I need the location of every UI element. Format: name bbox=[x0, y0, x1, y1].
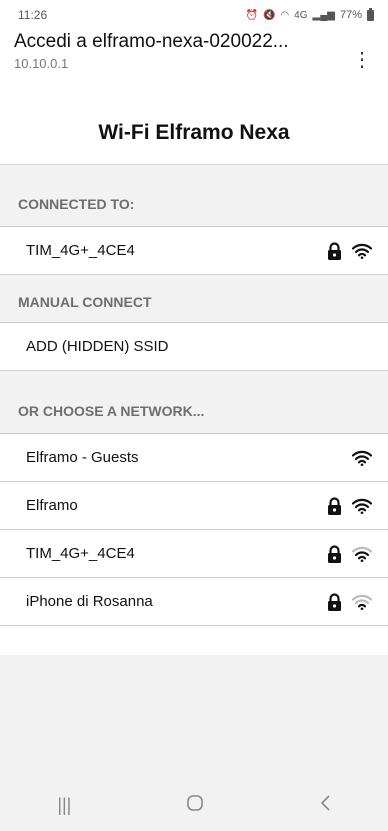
cell-signal-icon: ▂▄▆ bbox=[312, 9, 335, 21]
network-row[interactable]: Elframo - Guests bbox=[0, 434, 388, 482]
wifi-signal-icon bbox=[352, 594, 372, 610]
page-url: 10.10.0.1 bbox=[14, 56, 69, 71]
network-name: Elframo - Guests bbox=[26, 449, 139, 466]
status-bar: 11:26 ⏰ 🔇 ◠ 4G ▂▄▆ 77% bbox=[0, 0, 388, 30]
page-title: Wi-Fi Elframo Nexa bbox=[0, 102, 388, 165]
status-icons: ⏰ 🔇 ◠ 4G ▂▄▆ 77% bbox=[245, 7, 374, 21]
network-row[interactable]: Elframo bbox=[0, 482, 388, 530]
back-icon[interactable] bbox=[319, 794, 331, 817]
wifi-signal-icon bbox=[352, 243, 372, 259]
lock-icon bbox=[327, 544, 342, 563]
network-name: Elframo bbox=[26, 497, 78, 514]
network-type-icon: 4G bbox=[294, 9, 308, 21]
network-row[interactable]: TIM_4G+_4CE4 bbox=[0, 530, 388, 578]
add-hidden-ssid-label: ADD (HIDDEN) SSID bbox=[26, 338, 169, 355]
page-window-title: Accedi a elframo-nexa-020022... bbox=[14, 31, 289, 52]
android-nav-bar: ||| bbox=[0, 779, 388, 831]
battery-icon bbox=[367, 7, 374, 21]
lock-icon bbox=[327, 592, 342, 611]
status-time: 11:26 bbox=[18, 8, 48, 22]
wifi-signal-icon bbox=[352, 450, 372, 466]
network-row[interactable]: iPhone di Rosanna bbox=[0, 578, 388, 626]
home-icon[interactable] bbox=[186, 794, 204, 817]
add-hidden-ssid-row[interactable]: ADD (HIDDEN) SSID bbox=[0, 323, 388, 371]
section-choose-heading: OR CHOOSE A NETWORK... bbox=[0, 371, 388, 434]
network-name: TIM_4G+_4CE4 bbox=[26, 545, 135, 562]
mute-icon: 🔇 bbox=[262, 9, 276, 21]
recent-apps-icon[interactable]: ||| bbox=[57, 795, 71, 816]
section-manual-heading: MANUAL CONNECT bbox=[0, 275, 388, 323]
wifi-status-icon: ◠ bbox=[280, 9, 290, 21]
battery-percent: 77% bbox=[339, 9, 362, 21]
connected-network-name: TIM_4G+_4CE4 bbox=[26, 242, 135, 259]
lock-icon bbox=[327, 241, 342, 260]
section-connected-heading: CONNECTED TO: bbox=[0, 165, 388, 227]
network-name: iPhone di Rosanna bbox=[26, 593, 153, 610]
more-vert-icon[interactable]: ⋮ bbox=[352, 50, 372, 70]
connected-network-row[interactable]: TIM_4G+_4CE4 bbox=[0, 227, 388, 275]
page-footer-area bbox=[0, 655, 388, 779]
browser-header: Accedi a elframo-nexa-020022... 10.10.0.… bbox=[0, 30, 388, 102]
wifi-signal-icon bbox=[352, 546, 372, 562]
lock-icon bbox=[327, 496, 342, 515]
wifi-signal-icon bbox=[352, 498, 372, 514]
alarm-icon: ⏰ bbox=[245, 9, 258, 21]
